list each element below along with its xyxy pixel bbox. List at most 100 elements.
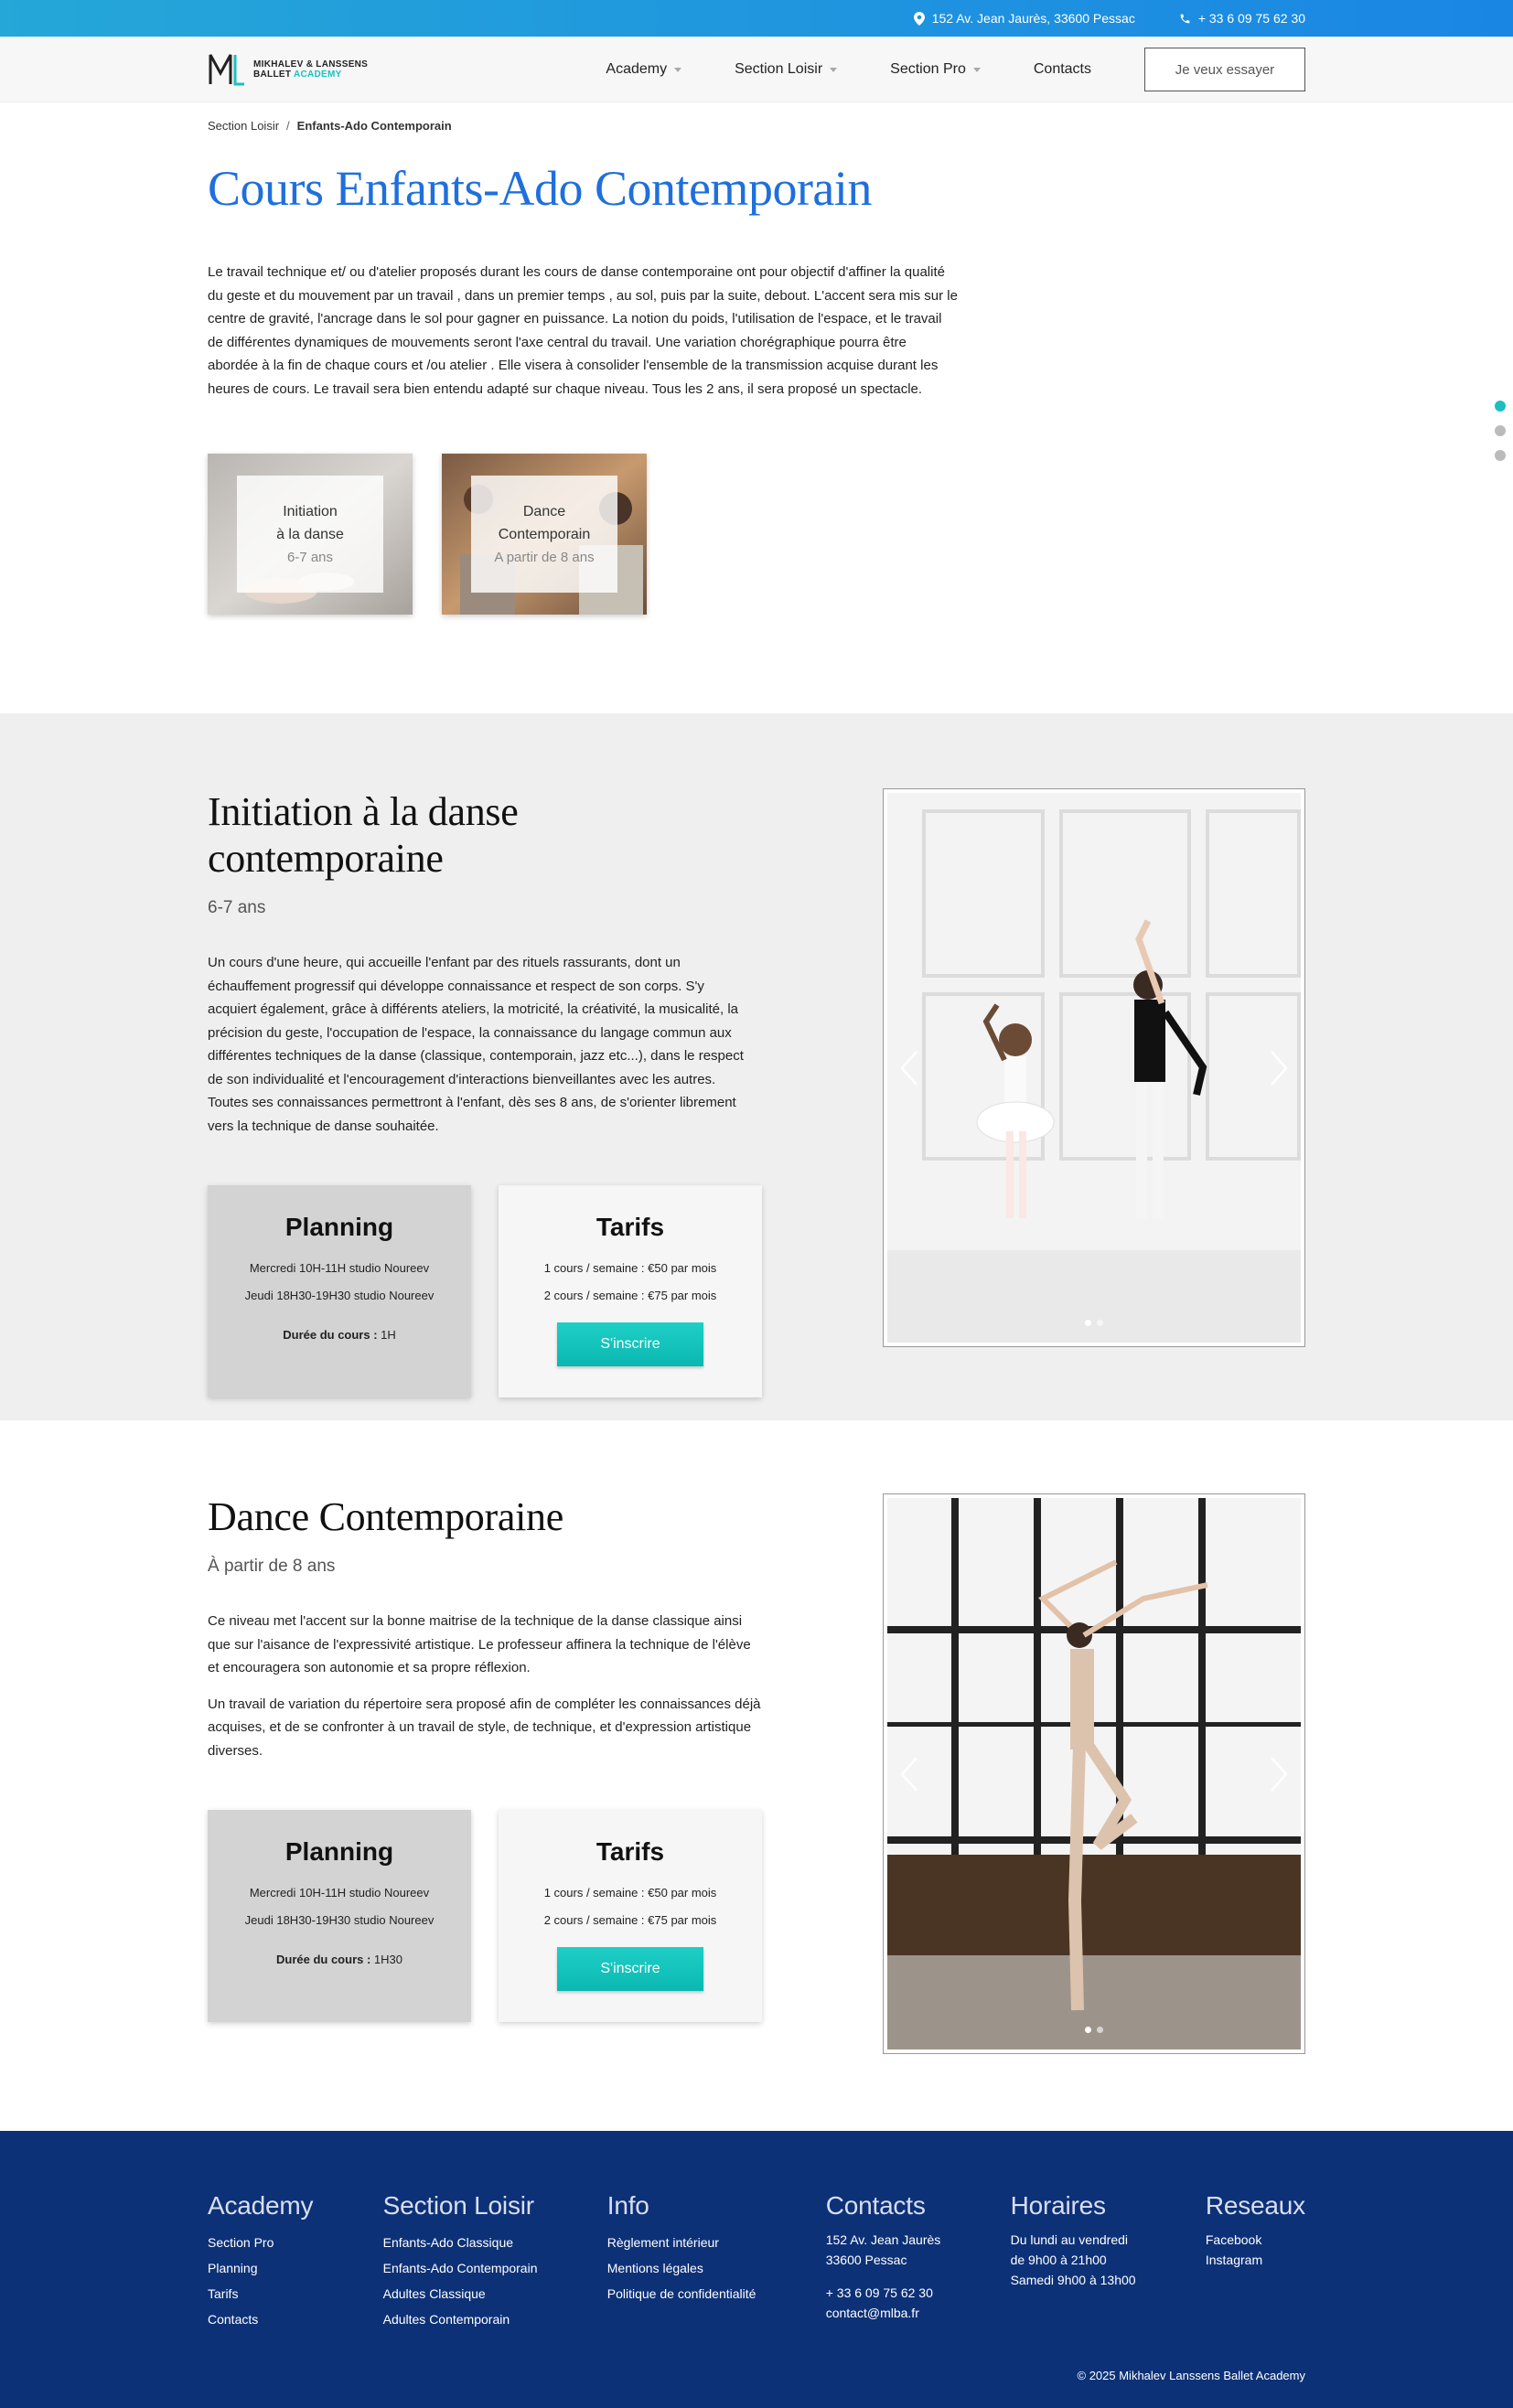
section-description: Un cours d'une heure, qui accueille l'en… [208, 951, 756, 1138]
phone-info[interactable]: + 33 6 09 75 62 30 [1179, 11, 1305, 26]
footer-link[interactable]: Tarifs [208, 2281, 313, 2306]
nav-contacts-label: Contacts [1033, 61, 1091, 77]
description-paragraph: Un travail de variation du répertoire se… [208, 1696, 761, 1759]
tarifs-box: Tarifs 1 cours / semaine : €50 par mois … [499, 1185, 762, 1397]
course-card-contemporain[interactable]: Dance Contemporain A partir de 8 ans [442, 454, 647, 615]
section-title: Initiation à la danse contemporaine [208, 789, 519, 881]
planning-title: Planning [284, 1837, 394, 1866]
slider-image [887, 1498, 1301, 2049]
slider-next-icon[interactable] [1270, 1050, 1288, 1086]
logo-ballet: BALLET [253, 70, 292, 80]
course-card-age: 6-7 ans [286, 549, 334, 565]
footer-social-instagram[interactable]: Instagram [1206, 2250, 1305, 2270]
location-pin-icon [913, 11, 925, 26]
contemporaine-section: Dance Contemporaine À partir de 8 ans Ce… [0, 1420, 1513, 2131]
footer-link[interactable]: Enfants-Ado Contemporain [383, 2255, 538, 2281]
breadcrumb-separator: / [286, 119, 290, 133]
course-card-line1: Initiation [283, 503, 338, 519]
nav-section-pro[interactable]: Section Pro [890, 61, 981, 78]
footer-title: Academy [208, 2191, 314, 2220]
footer-link[interactable]: Section Pro [208, 2230, 313, 2255]
logo-ml-icon [209, 54, 244, 86]
slider-dot[interactable] [1085, 2027, 1091, 2033]
slider-prev-icon[interactable] [900, 1050, 918, 1086]
footer-social-facebook[interactable]: Facebook [1206, 2230, 1305, 2250]
footer-link[interactable]: Planning [208, 2255, 313, 2281]
logo-line1: MIKHALEV & LANSSENS [253, 59, 369, 70]
section-title: Dance Contemporaine [208, 1494, 563, 1539]
planning-line: Jeudi 18H30-19H30 studio Noureev [244, 1289, 435, 1302]
course-card-label: Dance Contemporain A partir de 8 ans [471, 476, 617, 593]
try-button[interactable]: Je veux essayer [1144, 48, 1305, 91]
nav-academy[interactable]: Academy [606, 61, 682, 78]
footer-hours-line: de 9h00 à 21h00 [1010, 2253, 1107, 2267]
slider-dot[interactable] [1085, 1320, 1091, 1326]
slider-dot[interactable] [1097, 2027, 1103, 2033]
footer-phone[interactable]: + 33 6 09 75 62 30 [826, 2283, 941, 2303]
breadcrumb: Section Loisir / Enfants-Ado Contemporain [208, 102, 1305, 133]
slider-dot[interactable] [1097, 1320, 1103, 1326]
footer-col-info: Info Règlement intérieur Mentions légale… [607, 2191, 756, 2332]
nav-section-pro-label: Section Pro [890, 61, 966, 77]
nav-academy-label: Academy [606, 61, 668, 77]
footer-address-line: 33600 Pessac [825, 2253, 907, 2267]
section-description: Ce niveau met l'accent sur la bonne mait… [208, 1610, 762, 1762]
pagination-dot[interactable] [1495, 401, 1506, 412]
course-card-line2: Contemporain [498, 526, 591, 542]
footer-link[interactable]: Mentions légales [607, 2255, 756, 2281]
slider-next-icon[interactable] [1270, 1756, 1288, 1793]
footer-email[interactable]: contact@mlba.fr [826, 2303, 941, 2323]
footer-title: Contacts [825, 2191, 926, 2220]
initiation-section: Initiation à la danse contemporaine 6-7 … [0, 713, 1513, 1420]
planning-line: Jeudi 18H30-19H30 studio Noureev [244, 1913, 435, 1927]
footer-col-contacts: Contacts 152 Av. Jean Jaurès 33600 Pessa… [826, 2191, 941, 2332]
footer-link[interactable]: Adultes Contemporain [383, 2306, 538, 2332]
chevron-down-icon [972, 67, 981, 72]
description-paragraph: Ce niveau met l'accent sur la bonne mait… [208, 1613, 751, 1675]
contemporaine-content: Dance Contemporaine À partir de 8 ans Ce… [208, 1493, 762, 2054]
duration-value: 1H30 [370, 1953, 402, 1966]
nav-section-loisir-label: Section Loisir [735, 61, 823, 77]
pagination-dot[interactable] [1495, 450, 1506, 461]
dancer-window-photo [887, 1498, 1301, 2049]
slider-dots [1085, 1320, 1103, 1326]
chevron-down-icon [830, 67, 838, 72]
nav-section-loisir[interactable]: Section Loisir [735, 61, 838, 78]
course-card-label: Initiation à la danse 6-7 ans [237, 476, 383, 593]
breadcrumb-parent[interactable]: Section Loisir [208, 119, 279, 133]
subscribe-button[interactable]: S'inscrire [557, 1322, 703, 1366]
address-text: 152 Av. Jean Jaurès, 33600 Pessac [931, 11, 1135, 26]
intro-text: Le travail technique et/ ou d'atelier pr… [208, 264, 958, 397]
section-pagination [1495, 401, 1506, 461]
footer-title: Section Loisir [382, 2191, 534, 2220]
footer-link[interactable]: Politique de confidentialité [607, 2281, 756, 2306]
planning-title: Planning [284, 1213, 394, 1241]
footer-link[interactable]: Adultes Classique [383, 2281, 538, 2306]
slider-prev-icon[interactable] [900, 1756, 918, 1793]
phone-text[interactable]: + 33 6 09 75 62 30 [1198, 11, 1305, 26]
main-nav: Academy Section Loisir Section Pro Conta… [606, 48, 1305, 91]
main-header: MIKHALEV & LANSSENS BALLET ACADEMY Acade… [0, 37, 1513, 102]
tarifs-title: Tarifs [596, 1837, 665, 1866]
subscribe-button[interactable]: S'inscrire [557, 1947, 703, 1991]
footer-col-reseaux: Reseaux Facebook Instagram [1206, 2191, 1305, 2332]
section-subtitle: 6-7 ans [208, 898, 266, 917]
photo-slider [883, 788, 1305, 1347]
logo-text: MIKHALEV & LANSSENS BALLET ACADEMY [253, 59, 368, 80]
page-title: Cours Enfants-Ado Contemporain [208, 161, 872, 216]
site-logo[interactable]: MIKHALEV & LANSSENS BALLET ACADEMY [208, 51, 368, 88]
nav-contacts[interactable]: Contacts [1034, 61, 1091, 78]
breadcrumb-current: Enfants-Ado Contemporain [296, 119, 452, 133]
footer-title: Info [606, 2191, 649, 2220]
planning-line: Mercredi 10H-11H studio Noureev [249, 1886, 430, 1900]
footer-link[interactable]: Règlement intérieur [607, 2230, 756, 2255]
slider-dots [1085, 2027, 1103, 2033]
footer-link[interactable]: Contacts [208, 2306, 313, 2332]
course-cards: Initiation à la danse 6-7 ans Dance Cont… [208, 454, 1305, 615]
pagination-dot[interactable] [1495, 425, 1506, 436]
section-subtitle: À partir de 8 ans [208, 1557, 336, 1576]
course-card-initiation[interactable]: Initiation à la danse 6-7 ans [208, 454, 413, 615]
footer-link[interactable]: Enfants-Ado Classique [383, 2230, 538, 2255]
logo-line2: BALLET ACADEMY [253, 70, 368, 80]
planning-duration: Durée du cours : 1H [283, 1328, 396, 1342]
